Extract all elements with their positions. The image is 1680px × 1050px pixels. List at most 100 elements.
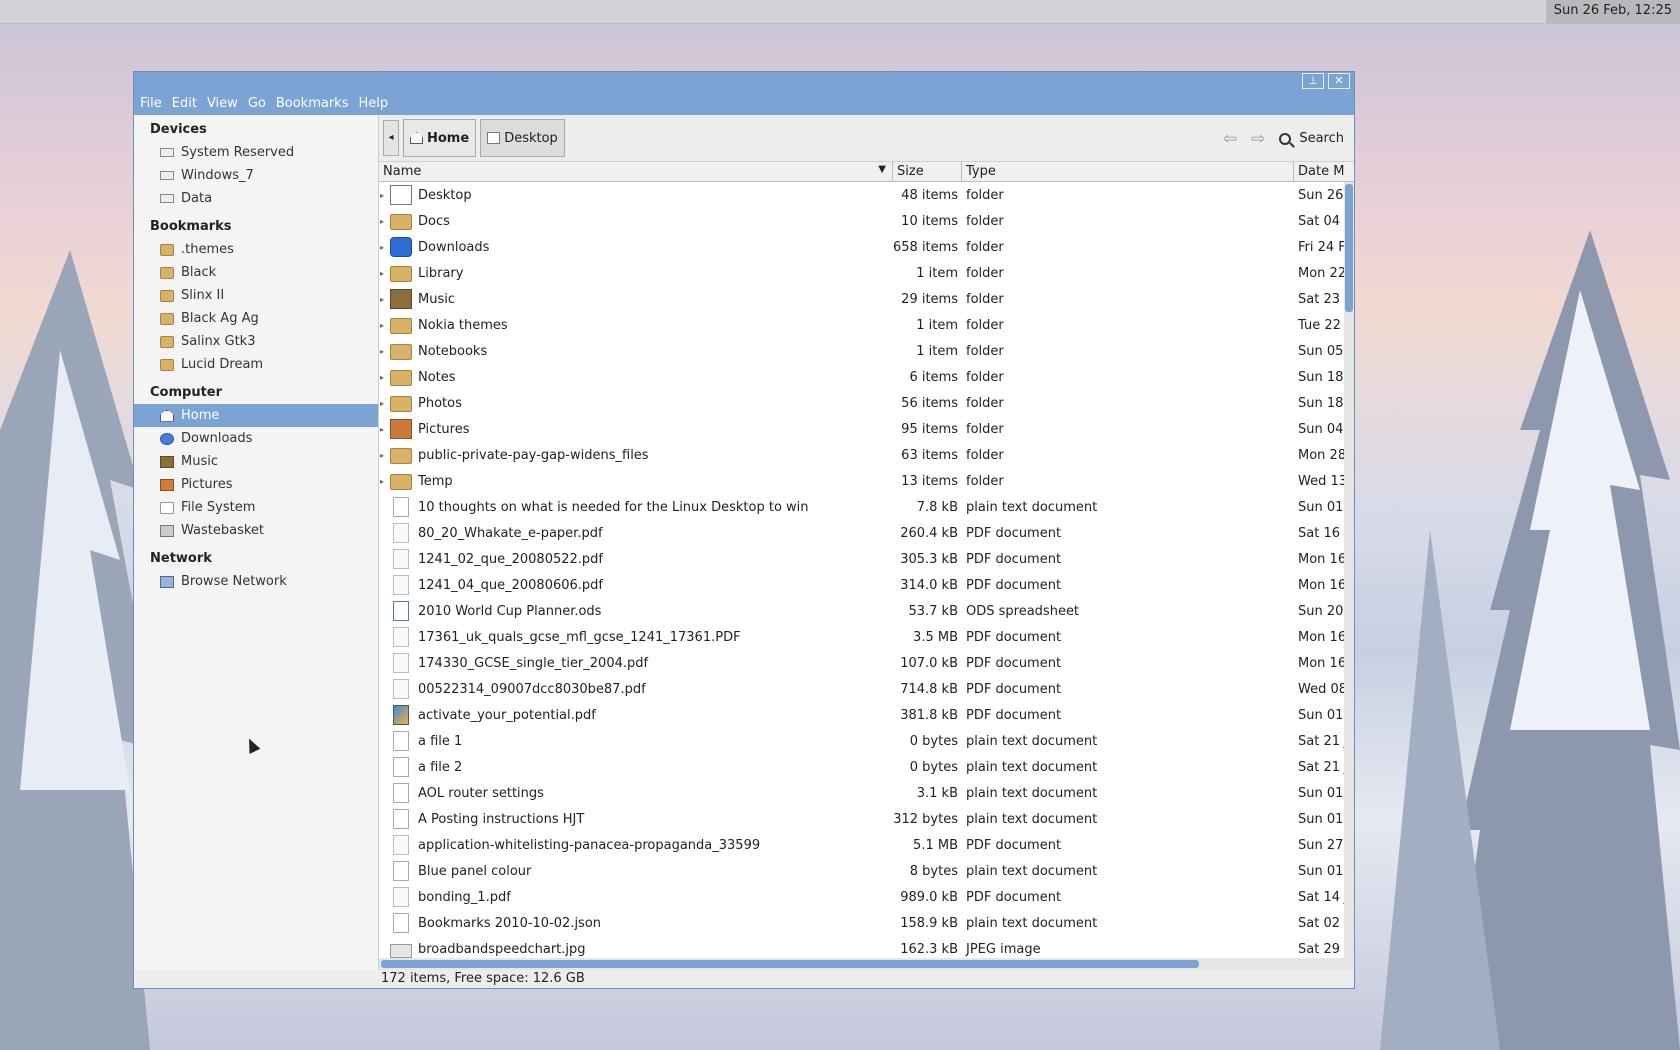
- file-row[interactable]: 1241_04_que_20080606.pdf 314.0 kB PDF docu…: [379, 572, 1354, 598]
- expander-arrow-icon[interactable]: ▸: [379, 295, 387, 304]
- vertical-scrollbar[interactable]: [1344, 182, 1354, 958]
- sidebar-item-themes[interactable]: .themes: [134, 238, 378, 261]
- close-button[interactable]: ✕: [1328, 73, 1350, 89]
- back-arrow-icon[interactable]: ⇦: [1223, 129, 1237, 149]
- column-name[interactable]: Name ▼: [379, 162, 893, 181]
- expander-arrow-icon[interactable]: ▸: [379, 451, 387, 460]
- file-row[interactable]: Bookmarks 2010-10-02.json 158.9 kB plain t…: [379, 910, 1354, 936]
- file-row[interactable]: ▸ Docs 10 items folder Sat 04: [379, 208, 1354, 234]
- horizontal-scrollbar[interactable]: [379, 958, 1354, 970]
- file-type: folder: [966, 239, 1004, 255]
- downloads-folder-icon: [390, 237, 412, 257]
- file-row[interactable]: 80_20_Whakate_e-paper.pdf 260.4 kB PDF doc…: [379, 520, 1354, 546]
- file-row[interactable]: Blue panel colour 8 bytes plain text docum…: [379, 858, 1354, 884]
- file-name: bonding_1.pdf: [418, 889, 511, 905]
- menu-file[interactable]: File: [140, 96, 162, 111]
- file-row[interactable]: 174330_GCSE_single_tier_2004.pdf 107.0 kB…: [379, 650, 1354, 676]
- file-row[interactable]: bonding_1.pdf 989.0 kB PDF document Sat 14 …: [379, 884, 1354, 910]
- menu-help[interactable]: Help: [358, 96, 388, 111]
- file-row[interactable]: ▸ public-private-pay-gap-widens_files 63 i…: [379, 442, 1354, 468]
- menu-edit[interactable]: Edit: [172, 96, 197, 111]
- sidebar-item-slinx[interactable]: Slinx II: [134, 284, 378, 307]
- file-type: folder: [966, 447, 1004, 463]
- drive-icon: [160, 148, 174, 157]
- titlebar[interactable]: ⊥ ✕: [134, 72, 1354, 92]
- breadcrumb-scroll-left[interactable]: ◂: [383, 120, 399, 156]
- column-type[interactable]: Type: [962, 162, 1294, 181]
- text-document-icon: [393, 731, 409, 751]
- file-row[interactable]: ▸ Desktop 48 items folder Sun 26: [379, 182, 1354, 208]
- file-size: 260.4 kB: [900, 525, 958, 541]
- file-row[interactable]: a file 10 bytes plain text document Sat 21…: [379, 728, 1354, 754]
- expander-arrow-icon[interactable]: ▸: [379, 477, 387, 486]
- file-size: 162.3 kB: [900, 941, 958, 957]
- file-row[interactable]: activate_your_potential.pdf 381.8 kB PDF d…: [379, 702, 1354, 728]
- file-row[interactable]: a file 20 bytes plain text document Sat 21…: [379, 754, 1354, 780]
- drive-icon: [160, 171, 174, 180]
- sidebar-item-lucid-dream[interactable]: Lucid Dream: [134, 353, 378, 376]
- file-row[interactable]: A Posting instructions HJT 312 bytes plain…: [379, 806, 1354, 832]
- sidebar-item-salinx[interactable]: Salinx Gtk3: [134, 330, 378, 353]
- file-type: plain text document: [966, 499, 1098, 515]
- search-button[interactable]: Search: [1279, 131, 1344, 146]
- sidebar-item-wastebasket[interactable]: Wastebasket: [134, 519, 378, 542]
- file-size: 95 items: [901, 421, 958, 437]
- file-row[interactable]: ▸ Temp 13 items folder Wed 13: [379, 468, 1354, 494]
- file-row[interactable]: ▸ Music 29 items folder Sat 23: [379, 286, 1354, 312]
- expander-arrow-icon[interactable]: ▸: [379, 347, 387, 356]
- expander-arrow-icon[interactable]: ▸: [379, 217, 387, 226]
- file-row[interactable]: ▸ Notebooks 1 item folder Sun 05: [379, 338, 1354, 364]
- horizontal-scroll-thumb[interactable]: [381, 960, 1199, 968]
- file-row[interactable]: ▸ Library 1 item folder Mon 22: [379, 260, 1354, 286]
- file-row[interactable]: application-whitelisting-panacea-propaga…: [379, 832, 1354, 858]
- file-row[interactable]: ▸ Photos 56 items folder Sun 18: [379, 390, 1354, 416]
- file-row[interactable]: ▸ Notes 6 items folder Sun 18: [379, 364, 1354, 390]
- expander-arrow-icon[interactable]: ▸: [379, 191, 387, 200]
- file-row[interactable]: ▸ Pictures 95 items folder Sun 04: [379, 416, 1354, 442]
- menu-view[interactable]: View: [207, 96, 238, 111]
- file-type: PDF document: [966, 525, 1062, 541]
- sidebar-item-downloads[interactable]: Downloads: [134, 427, 378, 450]
- expander-arrow-icon[interactable]: ▸: [379, 399, 387, 408]
- file-row[interactable]: 2010 World Cup Planner.ods 53.7 kB ODS spr…: [379, 598, 1354, 624]
- forward-arrow-icon[interactable]: ⇨: [1251, 129, 1265, 149]
- sidebar-item-file-system[interactable]: File System: [134, 496, 378, 519]
- file-row[interactable]: ▸ Downloads 658 items folder Fri 24 Fe: [379, 234, 1354, 260]
- file-row[interactable]: 10 thoughts on what is needed for the Li…: [379, 494, 1354, 520]
- sidebar-item-data[interactable]: Data: [134, 187, 378, 210]
- column-size[interactable]: Size: [893, 162, 962, 181]
- file-row[interactable]: 1241_02_que_20080522.pdf 305.3 kB PDF docu…: [379, 546, 1354, 572]
- vertical-scroll-thumb[interactable]: [1345, 184, 1353, 312]
- file-row[interactable]: broadbandspeedchart.jpg 162.3 kB JPEG imag…: [379, 936, 1354, 958]
- file-row[interactable]: 17361_uk_quals_gcse_mfl_gcse_1241_17361.…: [379, 624, 1354, 650]
- file-name: 10 thoughts on what is needed for the Li…: [418, 499, 809, 515]
- sidebar-item-black[interactable]: Black: [134, 261, 378, 284]
- minimize-button[interactable]: ⊥: [1302, 73, 1324, 89]
- breadcrumb-home[interactable]: Home: [403, 119, 477, 157]
- file-row[interactable]: 00522314_09007dcc8030be87.pdf 714.8 kB PDF…: [379, 676, 1354, 702]
- clock[interactable]: Sun 26 Feb, 12:25: [1545, 0, 1680, 24]
- file-size: 0 bytes: [909, 733, 958, 749]
- breadcrumb-desktop[interactable]: Desktop: [480, 119, 565, 157]
- sidebar-item-browse-network[interactable]: Browse Network: [134, 570, 378, 593]
- expander-arrow-icon[interactable]: ▸: [379, 269, 387, 278]
- sidebar-item-home[interactable]: Home: [134, 404, 378, 427]
- file-row[interactable]: AOL router settings 3.1 kB plain text docu…: [379, 780, 1354, 806]
- pictures-folder-icon: [390, 419, 412, 439]
- file-size: 714.8 kB: [900, 681, 958, 697]
- menu-go[interactable]: Go: [248, 96, 266, 111]
- file-row[interactable]: ▸ Nokia themes 1 item folder Tue 22: [379, 312, 1354, 338]
- sidebar-item-system-reserved[interactable]: System Reserved: [134, 141, 378, 164]
- sidebar-item-windows7[interactable]: Windows_7: [134, 164, 378, 187]
- file-name: Library: [418, 265, 464, 281]
- expander-arrow-icon[interactable]: ▸: [379, 321, 387, 330]
- sidebar-item-black-ag[interactable]: Black Ag Ag: [134, 307, 378, 330]
- expander-arrow-icon[interactable]: ▸: [379, 425, 387, 434]
- file-type: plain text document: [966, 811, 1098, 827]
- menu-bookmarks[interactable]: Bookmarks: [276, 96, 349, 111]
- sidebar-item-pictures[interactable]: Pictures: [134, 473, 378, 496]
- expander-arrow-icon[interactable]: ▸: [379, 243, 387, 252]
- sidebar-item-music[interactable]: Music: [134, 450, 378, 473]
- expander-arrow-icon[interactable]: ▸: [379, 373, 387, 382]
- column-date[interactable]: Date M: [1294, 162, 1354, 181]
